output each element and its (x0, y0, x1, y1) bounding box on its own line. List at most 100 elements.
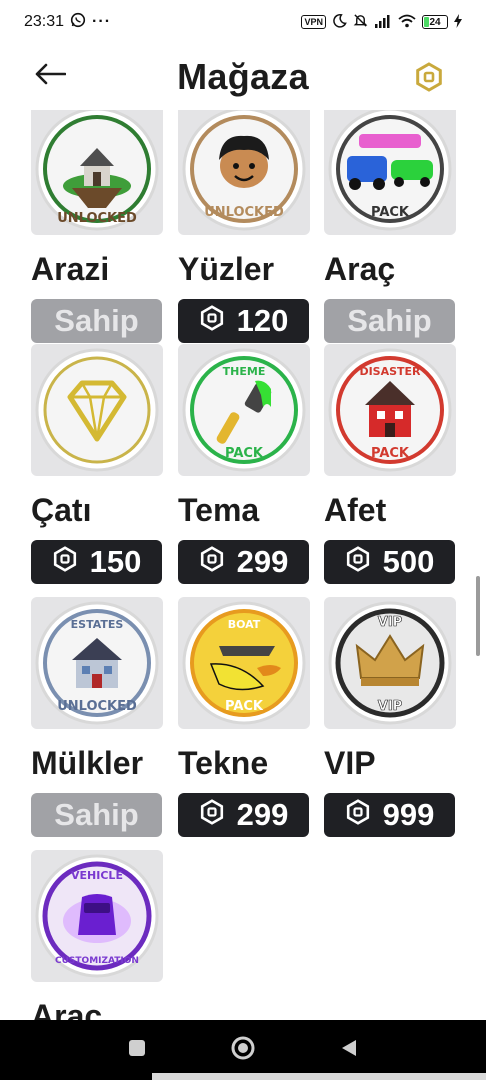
item-thumbnail[interactable]: DISASTER PACK (324, 344, 456, 476)
svg-text:UNLOCKED: UNLOCKED (57, 211, 137, 226)
price-label: 299 (236, 544, 289, 579)
item-thumbnail[interactable]: BOAT PACK (178, 597, 310, 729)
item-title: Tekne (178, 745, 269, 781)
robux-icon (52, 544, 78, 580)
shop-item-roof[interactable]: Çatı 150 (31, 344, 163, 584)
price-label: Sahip (54, 303, 139, 338)
svg-text:DISASTER: DISASTER (359, 365, 421, 378)
item-title: Mülkler (31, 745, 144, 781)
buy-button[interactable]: 299 (178, 540, 309, 584)
item-thumbnail[interactable]: UNLOCKED (31, 110, 163, 235)
svg-text:PACK: PACK (371, 205, 410, 220)
item-title: Afet (324, 492, 387, 528)
svg-text:THEME: THEME (223, 365, 266, 378)
whatsapp-icon (70, 12, 86, 33)
robux-icon (414, 62, 444, 96)
moon-icon (332, 13, 347, 31)
diamond-icon (35, 348, 159, 472)
boat-pack-badge-icon: BOAT PACK (182, 601, 306, 725)
owned-button[interactable]: Sahip (324, 299, 455, 343)
item-thumbnail[interactable]: UNLOCKED (178, 110, 310, 235)
robux-icon (199, 544, 225, 580)
svg-text:UNLOCKED: UNLOCKED (57, 699, 137, 714)
item-title: Araç (324, 251, 396, 287)
buy-button[interactable]: 999 (324, 793, 455, 837)
item-title: Arazi (31, 251, 110, 287)
item-thumbnail[interactable]: PACK (324, 110, 456, 235)
shop-item-estates[interactable]: ESTATES UNLOCKED Mülkler Sahip (31, 597, 163, 837)
svg-text:VIP: VIP (378, 699, 402, 714)
signal-icon (374, 14, 392, 31)
shop-item-boat[interactable]: BOAT PACK Tekne 299 (178, 597, 310, 837)
shop-item-land[interactable]: UNLOCKED Arazi Sahip (31, 110, 163, 343)
estates-badge-icon: ESTATES UNLOCKED (35, 601, 159, 725)
square-icon (127, 1038, 147, 1063)
robux-icon (345, 797, 371, 833)
svg-text:VEHICLE: VEHICLE (71, 869, 123, 882)
robux-icon (199, 797, 225, 833)
robux-icon (345, 544, 371, 580)
back-nav-button[interactable] (335, 1036, 363, 1064)
wifi-icon (398, 14, 416, 31)
shop-item-theme[interactable]: THEME PACK Tema 299 (178, 344, 310, 584)
robux-balance-button[interactable] (414, 62, 444, 92)
shop-grid: UNLOCKED Arazi Sahip UNLOCKED Yüzler 120… (0, 110, 486, 1020)
shop-item-vehicle[interactable]: PACK Araç Sahip (324, 110, 456, 343)
scrollbar[interactable] (476, 576, 480, 656)
triangle-back-icon (339, 1038, 359, 1063)
shop-item-vip[interactable]: VIP VIP VIP 999 (324, 597, 456, 837)
shop-item-disaster[interactable]: DISASTER PACK Afet 500 (324, 344, 456, 584)
shop-item-vehicle-customization[interactable]: VEHICLE CUSTOMIZATION Araç (31, 850, 163, 1020)
faces-badge-icon: UNLOCKED (182, 110, 306, 231)
back-button[interactable] (30, 58, 70, 94)
item-title: Tema (178, 492, 260, 528)
status-time: 23:31 (24, 13, 65, 30)
gesture-bar (152, 1073, 486, 1080)
buy-button[interactable]: 500 (324, 540, 455, 584)
svg-text:UNLOCKED: UNLOCKED (204, 205, 284, 220)
owned-button[interactable]: Sahip (31, 793, 162, 837)
battery-indicator: 24 (422, 15, 448, 29)
app-header: Mağaza (0, 44, 486, 110)
item-title: Yüzler (178, 251, 275, 287)
vpn-badge: VPN (301, 15, 326, 29)
svg-text:PACK: PACK (225, 446, 264, 461)
item-thumbnail[interactable] (31, 344, 163, 476)
buy-button[interactable]: 120 (178, 299, 309, 343)
recents-button[interactable] (123, 1036, 151, 1064)
mute-bell-icon (353, 13, 368, 31)
vehicle-customization-badge-icon: VEHICLE CUSTOMIZATION (35, 854, 159, 978)
price-label: 999 (382, 797, 435, 832)
item-title: Araç (31, 998, 103, 1020)
status-left: 23:31 ··· (24, 12, 111, 33)
item-thumbnail[interactable]: THEME PACK (178, 344, 310, 476)
system-nav-bar (0, 1020, 486, 1080)
price-label: 299 (236, 797, 289, 832)
owned-button[interactable]: Sahip (31, 299, 162, 343)
battery-percent: 24 (429, 16, 441, 28)
vip-badge-icon: VIP VIP (328, 601, 452, 725)
price-label: 120 (236, 303, 289, 338)
price-label: Sahip (347, 303, 432, 338)
item-thumbnail[interactable]: VIP VIP (324, 597, 456, 729)
price-label: 500 (382, 544, 435, 579)
item-thumbnail[interactable]: ESTATES UNLOCKED (31, 597, 163, 729)
svg-text:CUSTOMIZATION: CUSTOMIZATION (55, 956, 139, 966)
robux-icon (199, 303, 225, 339)
price-label: 150 (89, 544, 142, 579)
arrow-left-icon (34, 63, 67, 90)
svg-text:PACK: PACK (225, 699, 264, 714)
home-button[interactable] (229, 1036, 257, 1064)
page-title: Mağaza (177, 56, 309, 97)
theme-pack-badge-icon: THEME PACK (182, 348, 306, 472)
charging-icon (454, 13, 462, 31)
shop-item-faces[interactable]: UNLOCKED Yüzler 120 (178, 110, 310, 343)
buy-button[interactable]: 150 (31, 540, 162, 584)
svg-text:BOAT: BOAT (228, 618, 261, 631)
svg-text:ESTATES: ESTATES (71, 618, 124, 631)
item-thumbnail[interactable]: VEHICLE CUSTOMIZATION (31, 850, 163, 982)
circle-icon (230, 1035, 256, 1066)
more-notifications-icon: ··· (92, 13, 112, 30)
price-label: Sahip (54, 797, 139, 832)
buy-button[interactable]: 299 (178, 793, 309, 837)
